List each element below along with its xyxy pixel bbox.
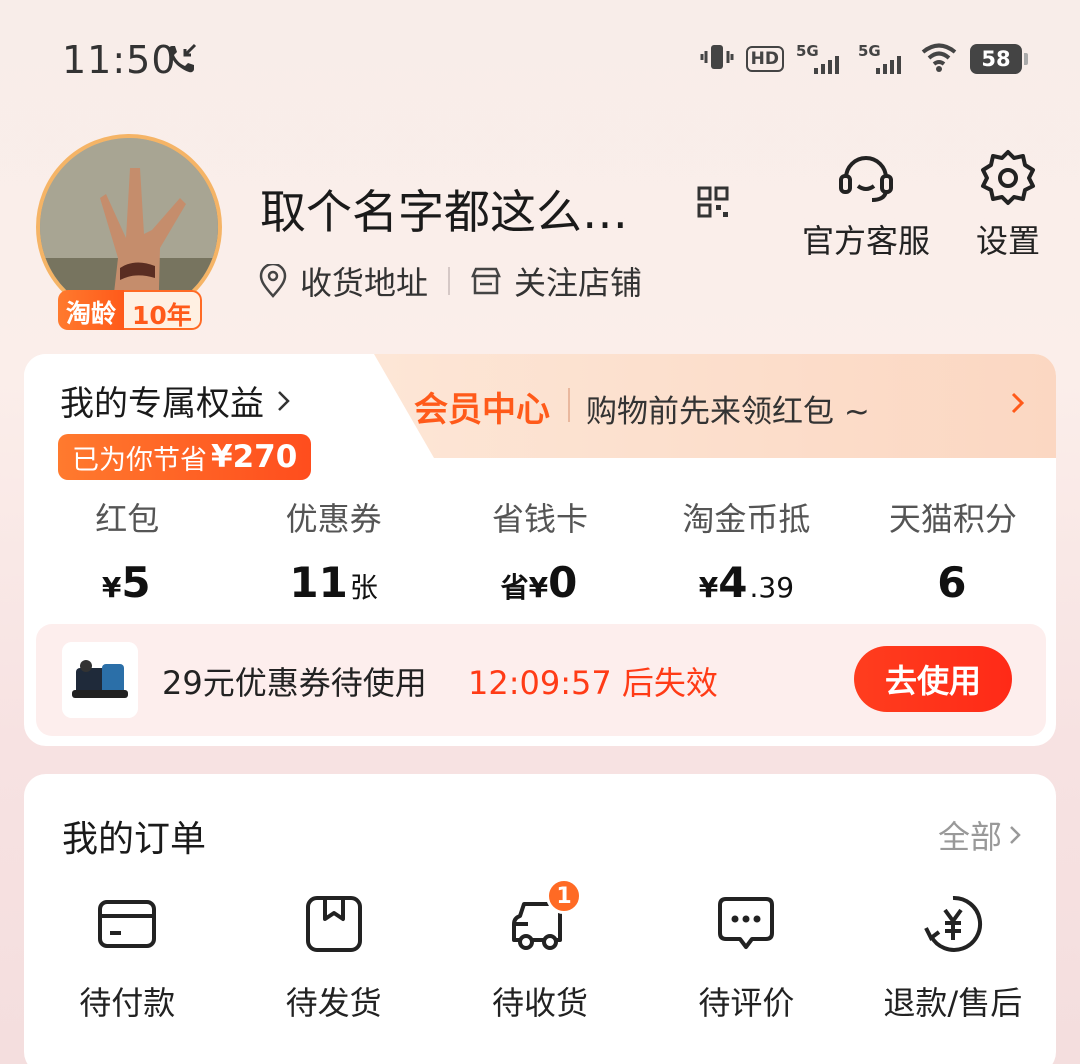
followed-shops-link[interactable]: 关注店铺 <box>470 258 642 304</box>
order-pending-review[interactable]: 待评价 <box>643 892 849 1024</box>
card-icon <box>95 892 159 956</box>
address-link[interactable]: 收货地址 <box>258 258 428 304</box>
qr-code-icon[interactable] <box>697 186 729 222</box>
member-center-label[interactable]: 会员中心 <box>414 382 550 431</box>
stat-value: 6 <box>937 558 967 607</box>
taobao-age-badge: 淘龄 10年 <box>58 290 202 330</box>
benefits-card: 我的专属权益 已为你节省 ¥270 会员中心 购物前先来领红包 ~ 红包 ¥5 … <box>24 354 1056 746</box>
benefits-title: 我的专属权益 <box>60 384 264 424</box>
coupon-timer: 12:09:57 后失效 <box>468 664 718 702</box>
order-status-list: 待付款 待发货 1 待收货 待评价 退款/售后 <box>24 878 1056 1024</box>
signal-icon-2: 5G <box>858 44 908 74</box>
saved-amount-badge: 已为你节省 ¥270 <box>58 434 312 480</box>
saved-label: 已为你节省 <box>72 444 207 476</box>
all-orders-label: 全部 <box>937 818 1002 856</box>
battery-icon: 58 <box>970 44 1028 74</box>
order-status-label: 待评价 <box>698 984 795 1022</box>
stat-value: 5 <box>121 558 151 607</box>
orders-title: 我的订单 <box>62 819 207 860</box>
status-bar: 11:50 HD 5G 5G 58 <box>0 0 1080 120</box>
username[interactable]: 取个名字都这么… <box>260 176 628 242</box>
hd-icon: HD <box>745 46 784 72</box>
stat-taojinbi[interactable]: 淘金币抵 ¥4.39 <box>643 494 849 607</box>
wifi-icon <box>920 42 958 76</box>
order-refund-aftersale[interactable]: 退款/售后 <box>850 892 1056 1024</box>
stat-value: 0 <box>548 558 578 607</box>
use-coupon-button[interactable]: 去使用 <box>854 646 1012 712</box>
gear-icon <box>981 150 1035 205</box>
comment-icon <box>714 892 778 956</box>
customer-service-label: 官方客服 <box>802 222 931 260</box>
shop-icon <box>471 267 501 295</box>
stat-label: 红包 <box>95 500 160 538</box>
stat-label: 省钱卡 <box>492 500 589 538</box>
stat-label: 天猫积分 <box>888 500 1017 538</box>
followed-shops-label: 关注店铺 <box>514 264 643 302</box>
settings-button[interactable]: 设置 <box>976 148 1040 262</box>
address-label: 收货地址 <box>300 264 429 302</box>
chevron-right-icon[interactable] <box>1010 390 1026 420</box>
status-icons: HD 5G 5G 58 <box>700 42 1028 76</box>
stat-value: 4 <box>718 558 748 607</box>
benefits-title-link[interactable]: 我的专属权益 <box>60 376 292 425</box>
vibrate-icon <box>700 42 734 76</box>
chevron-right-icon <box>1010 826 1021 844</box>
stat-prefix: ¥ <box>101 571 122 604</box>
stat-value: 11 <box>289 558 348 607</box>
stat-prefix: 省¥ <box>500 571 549 604</box>
order-status-label: 待付款 <box>79 984 176 1022</box>
benefit-stats: 红包 ¥5 优惠券 11 张 省钱卡 省¥ 0 淘金币抵 ¥4.39 天猫积分 6 <box>24 494 1056 607</box>
package-icon <box>302 892 366 956</box>
location-pin-icon <box>259 264 287 298</box>
order-pending-payment[interactable]: 待付款 <box>24 892 230 1024</box>
order-status-label: 待发货 <box>285 984 382 1022</box>
stat-label: 淘金币抵 <box>682 500 811 538</box>
saved-amount: ¥270 <box>211 439 298 475</box>
coupon-text: 29元优惠券待使用 <box>162 664 427 702</box>
truck-icon: 1 <box>508 878 583 956</box>
order-pending-receipt[interactable]: 1 待收货 <box>437 878 643 1024</box>
settings-label: 设置 <box>976 222 1041 260</box>
signal-icon-1: 5G <box>796 44 846 74</box>
orders-card: 我的订单 全部 待付款 待发货 1 待收货 待评价 退款/售后 <box>24 774 1056 1064</box>
stat-savings-card[interactable]: 省钱卡 省¥ 0 <box>437 494 643 607</box>
order-status-label: 待收货 <box>492 984 589 1022</box>
call-forward-icon <box>165 42 199 80</box>
divider <box>448 267 451 295</box>
coupon-reminder[interactable]: 29元优惠券待使用 12:09:57 后失效 去使用 <box>36 624 1046 736</box>
stat-label: 优惠券 <box>285 500 382 538</box>
headset-icon <box>839 156 893 202</box>
order-pending-shipment[interactable]: 待发货 <box>230 892 436 1024</box>
stat-coupons[interactable]: 优惠券 11 张 <box>230 494 436 607</box>
stat-prefix: ¥ <box>698 571 719 604</box>
chevron-right-icon <box>278 390 290 411</box>
refund-icon <box>921 892 985 956</box>
product-thumbnail <box>62 642 138 718</box>
status-time: 11:50 <box>62 38 177 82</box>
stat-red-packet[interactable]: 红包 ¥5 <box>24 494 230 607</box>
order-count-badge: 1 <box>546 878 583 914</box>
stat-tmall-points[interactable]: 天猫积分 6 <box>850 494 1056 607</box>
profile-links: 收货地址 关注店铺 <box>258 258 642 304</box>
order-status-label: 退款/售后 <box>883 984 1023 1022</box>
stat-suffix: .39 <box>749 571 795 604</box>
customer-service-button[interactable]: 官方客服 <box>802 148 930 262</box>
all-orders-link[interactable]: 全部 <box>938 812 1022 858</box>
divider <box>568 388 570 422</box>
stat-suffix: 张 <box>349 571 378 604</box>
member-tip[interactable]: 购物前先来领红包 ~ <box>586 386 870 431</box>
